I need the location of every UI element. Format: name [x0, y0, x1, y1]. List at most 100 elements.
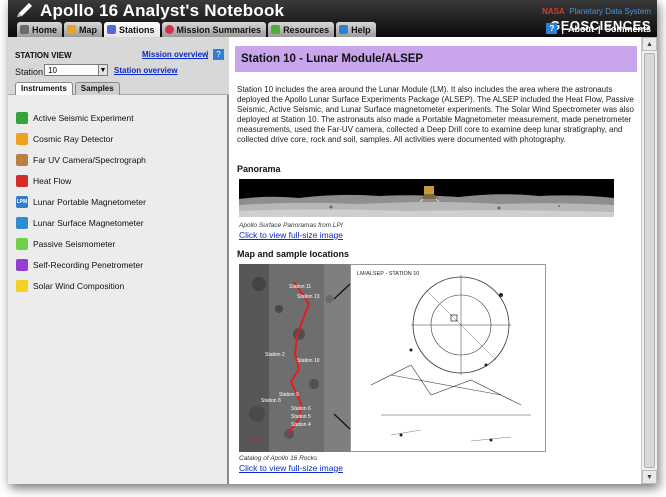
lpm-icon: LPM: [16, 195, 28, 208]
instrument-label: Far UV Camera/Spectrograph: [33, 154, 146, 165]
map-label-station-9: Station 9: [279, 392, 299, 398]
scroll-thumb[interactable]: [644, 53, 655, 468]
lsm-icon: [16, 216, 28, 229]
tab-label: Map: [79, 24, 98, 35]
tab-map[interactable]: Map: [64, 22, 103, 37]
station-view-label: STATION VIEW: [15, 51, 72, 60]
home-icon: [20, 25, 29, 34]
mission-overview-link[interactable]: Mission overview: [142, 50, 208, 59]
list-item[interactable]: Lunar Surface Magnetometer: [8, 212, 229, 233]
page-title: Station 10 - Lunar Module/ALSEP: [241, 53, 424, 65]
brand-nasa: NASA: [542, 7, 565, 16]
station-view-controls: STATION VIEW Mission overview | ? Statio…: [8, 37, 229, 95]
chevron-down-icon[interactable]: ▼: [98, 64, 108, 76]
about-link[interactable]: About: [568, 24, 594, 34]
map-label-station-11: Station 11: [289, 284, 311, 290]
tab-label: Resources: [283, 24, 330, 35]
instrument-label: Lunar Portable Magnetometer: [33, 196, 146, 207]
app-header: Apollo 16 Analyst's Notebook Home Map St…: [8, 0, 657, 37]
map-icon: [67, 25, 77, 34]
sample-location-chart[interactable]: LM/ALSEP - STATION 10: [350, 264, 546, 452]
traverse-map-graphic: Station 11 Station 13 Station 2 Station …: [239, 264, 350, 452]
tab-resources[interactable]: Resources: [268, 22, 335, 37]
stations-icon: [107, 25, 117, 34]
list-item[interactable]: Active Seismic Experiment: [8, 107, 229, 128]
list-item[interactable]: LPM Lunar Portable Magnetometer: [8, 191, 229, 212]
station-description: Station 10 includes the area around the …: [237, 85, 634, 144]
map-label-station-10: Station 10: [297, 358, 320, 364]
penetrometer-icon: [16, 258, 28, 271]
map-label-station-6: Station 6: [291, 406, 311, 412]
pencil-icon: [17, 3, 32, 17]
list-item[interactable]: Self-Recording Penetrometer: [8, 254, 229, 275]
header-links: ? | About | Comments: [546, 23, 651, 34]
panorama-image[interactable]: [239, 179, 614, 217]
content-scrollbar[interactable]: ▲ ▼: [641, 37, 657, 484]
separator: |: [597, 23, 601, 34]
solar-wind-icon: [16, 279, 28, 292]
sample-chart-graphic: LM/ALSEP - STATION 10: [351, 265, 545, 451]
scroll-up-icon[interactable]: ▲: [642, 37, 657, 51]
map-label-station-1: Station 1: [247, 438, 267, 444]
mission-icon: [164, 25, 174, 34]
passive-seismic-icon: [16, 237, 28, 250]
tab-instruments[interactable]: Instruments: [15, 82, 73, 95]
list-item[interactable]: Cosmic Ray Detector: [8, 128, 229, 149]
content-title-bar: Station 10 - Lunar Module/ALSEP: [235, 46, 637, 72]
separator: |: [561, 23, 564, 34]
instrument-list: Active Seismic Experiment Cosmic Ray Det…: [8, 107, 229, 296]
panorama-graphic: [239, 179, 614, 217]
list-item[interactable]: Heat Flow: [8, 170, 229, 191]
resources-icon: [271, 25, 281, 34]
map-label-station-4: Station 4: [291, 422, 311, 428]
map-label-station-8: Station 8: [261, 398, 281, 404]
help-icon: [339, 25, 349, 34]
list-item[interactable]: Far UV Camera/Spectrograph: [8, 149, 229, 170]
scroll-down-icon[interactable]: ▼: [642, 470, 657, 484]
map-label-station-13: Station 13: [297, 294, 320, 300]
traverse-map-image[interactable]: Station 11 Station 13 Station 2 Station …: [239, 264, 350, 452]
list-item[interactable]: Solar Wind Composition: [8, 275, 229, 296]
map-full-size-link[interactable]: Click to view full-size image: [239, 463, 343, 473]
panorama-caption: Apollo Surface Panoramas from LPI: [239, 222, 343, 229]
tab-samples[interactable]: Samples: [74, 82, 120, 95]
separator: |: [206, 49, 209, 59]
app-window: Apollo 16 Analyst's Notebook Home Map St…: [8, 0, 657, 484]
tab-stations[interactable]: Stations: [104, 22, 160, 37]
instrument-label: Solar Wind Composition: [33, 280, 125, 291]
map-heading: Map and sample locations: [237, 249, 350, 259]
uv-camera-icon: [16, 153, 28, 166]
list-item[interactable]: Passive Seismometer: [8, 233, 229, 254]
header-help-icon[interactable]: ?: [546, 23, 558, 34]
brand-pds: Planetary Data System: [569, 7, 651, 16]
tab-mission-summaries[interactable]: Mission Summaries: [161, 22, 267, 37]
active-seismic-icon: [16, 111, 28, 124]
station-label: Station: [15, 67, 44, 77]
tab-label: Help: [351, 24, 371, 35]
instrument-label: Passive Seismometer: [33, 238, 116, 249]
instrument-label: Self-Recording Penetrometer: [33, 259, 144, 270]
left-subtabs: Instruments Samples: [15, 82, 120, 95]
instrument-label: Active Seismic Experiment: [33, 112, 134, 123]
tab-help[interactable]: Help: [336, 22, 376, 37]
tab-label: Home: [32, 24, 58, 35]
panorama-heading: Panorama: [237, 164, 281, 174]
tab-label: Mission Summaries: [176, 24, 262, 35]
cosmic-ray-icon: [16, 132, 28, 145]
comments-link[interactable]: Comments: [604, 24, 651, 34]
instrument-label: Lunar Surface Magnetometer: [33, 217, 144, 228]
heat-flow-icon: [16, 174, 28, 187]
content-panel: Station 10 - Lunar Module/ALSEP Station …: [231, 37, 641, 484]
tab-home[interactable]: Home: [17, 22, 63, 37]
app-title: Apollo 16 Analyst's Notebook: [40, 1, 285, 20]
station-overview-link[interactable]: Station overview: [114, 66, 178, 75]
chart-label: LM/ALSEP - STATION 10: [357, 271, 419, 277]
map-caption: Catalog of Apollo 16 Rocks: [239, 455, 318, 462]
tab-label: Stations: [119, 24, 155, 35]
main-nav: Home Map Stations Mission Summaries Reso…: [17, 22, 376, 37]
help-icon[interactable]: ?: [213, 49, 224, 60]
instrument-label: Heat Flow: [33, 175, 72, 186]
map-label-station-2: Station 2: [265, 352, 285, 358]
panorama-full-size-link[interactable]: Click to view full-size image: [239, 230, 343, 240]
map-label-station-5: Station 5: [291, 414, 311, 420]
